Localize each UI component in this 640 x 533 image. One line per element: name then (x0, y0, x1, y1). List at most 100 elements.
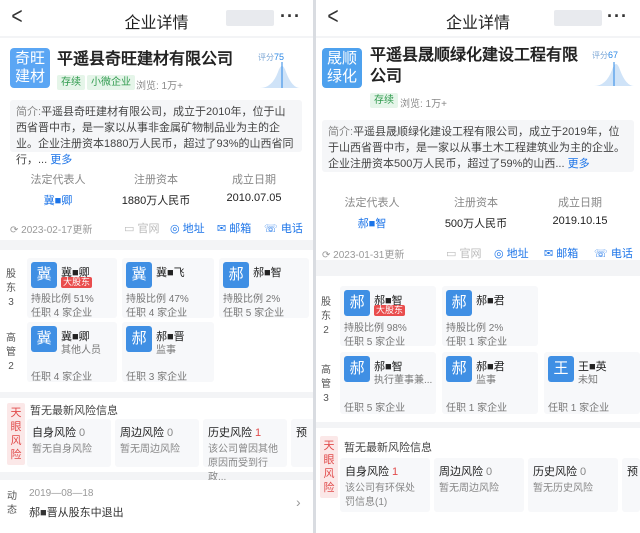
risk-count: 0 (167, 427, 174, 439)
company-name: 平遥县晟顺绿化建设工程有限公司 (370, 47, 579, 85)
risk-count: 0 (580, 466, 587, 478)
score-label: 评分67 (592, 50, 618, 61)
shareholder-card[interactable]: 郝 郝■智 持股比例 2% 任职 5 家企业 (219, 258, 309, 319)
fact-legal-rep: 法定代表人 冀■卿 (18, 171, 98, 208)
intro-more-link[interactable]: 更多 (50, 154, 72, 166)
avatar: 郝 (126, 326, 152, 352)
phone-link[interactable]: ☏ 电话 (264, 220, 303, 236)
risk-desc: 暂无周边风险 (120, 444, 180, 455)
phone-link[interactable]: ☏ 电话 (594, 245, 633, 261)
fact-value: 2010.07.05 (226, 192, 282, 204)
company-intro: 简介:平遥县晟顺绿化建设工程有限公司，成立于2019年，位于山西省晋中市，是一家… (322, 120, 634, 172)
people-card: 股东 2 郝 郝■智 大股东 持股比例 98% 任职 5 家企业 郝 郝■君 持股… (316, 276, 640, 422)
risk-title: 历史风险 1 (208, 424, 261, 440)
status-tag-active: 存续 (370, 93, 398, 108)
managers-label: 高管 2 (5, 332, 17, 374)
person-name: 郝■智 (253, 267, 282, 279)
shareholder-card[interactable]: 冀 冀■飞 持股比例 47% 任职 4 家企业 (122, 258, 214, 319)
fact-capital: 注册资本 500万人民币 (436, 194, 516, 231)
fact-key: 注册资本 (454, 197, 498, 209)
right-company-panel: < 企业详情 ··· 晟顺 绿化 平遥县晟顺绿化建设工程有限公司 存续 浏览: … (313, 0, 640, 533)
person-name: 冀■飞 (156, 267, 185, 279)
posts-count: 任职 5 家企业 (344, 403, 406, 414)
score-widget[interactable]: 评分67 (592, 50, 636, 88)
website-link[interactable]: ▭ 官网 (124, 220, 159, 236)
updated-time: ⟳ 2023-02-17更新 (10, 225, 93, 236)
intro-more-link[interactable]: 更多 (568, 158, 590, 170)
top-bar: < 企业详情 ··· (316, 0, 640, 36)
shareholder-card[interactable]: 郝 郝■君 持股比例 2% 任职 1 家企业 (442, 286, 538, 348)
avatar: 冀 (31, 326, 57, 352)
risk-box-history[interactable]: 历史风险 0 暂无历史风险 (528, 458, 618, 512)
risk-title-text: 自身风险 (345, 466, 389, 478)
posts-count: 任职 4 家企业 (31, 308, 93, 319)
address-link[interactable]: ◎ 地址 (170, 220, 205, 236)
risk-count: 0 (486, 466, 493, 478)
risk-box-peripheral[interactable]: 周边风险 0 暂无周边风险 (434, 458, 524, 512)
risk-title-text: 预 (627, 466, 638, 478)
manager-card[interactable]: 郝 郝■智 执行董事兼... 任职 5 家企业 (340, 352, 436, 414)
avatar: 郝 (223, 262, 249, 288)
risk-box-warning[interactable]: 预 (622, 458, 640, 512)
risk-title: 预 (296, 424, 307, 440)
intro-label: 简介: (16, 106, 42, 118)
risk-title: 周边风险 0 (120, 424, 173, 440)
risk-label: 天眼风险 (320, 436, 338, 498)
risk-note: 暂无最新风险信息 (344, 442, 432, 454)
manager-card[interactable]: 冀 冀■卿 其他人员 任职 4 家企业 (27, 322, 117, 383)
risk-title: 自身风险 0 (32, 424, 85, 440)
posts-count: 任职 5 家企业 (344, 337, 406, 348)
risk-box-warning[interactable]: 预 (291, 419, 313, 467)
risk-title-text: 历史风险 (533, 466, 577, 478)
risk-box-self[interactable]: 自身风险 1 该公司有环保处罚信息(1) (340, 458, 430, 512)
share-ratio: 持股比例 2% (223, 294, 281, 305)
fact-key: 法定代表人 (344, 197, 400, 209)
risk-box-history[interactable]: 历史风险 1 该公司曾因其他原因而受到行政... (203, 419, 287, 483)
address-link[interactable]: ◎ 地址 (494, 245, 529, 261)
dynamics-card[interactable]: 动态 2019—08—18 郝■晋从股东中退出 › (0, 480, 313, 533)
location-pin-icon: ◎ (494, 248, 504, 260)
manager-card[interactable]: 郝 郝■晋 监事 任职 3 家企业 (122, 322, 214, 383)
dynamics-date: 2019—08—18 (29, 488, 94, 499)
fact-value[interactable]: 冀■卿 (18, 192, 98, 208)
email-link[interactable]: ✉ 邮箱 (217, 220, 251, 236)
email-link[interactable]: ✉ 邮箱 (544, 245, 578, 261)
risk-desc: 暂无历史风险 (533, 483, 593, 494)
risk-desc: 暂无周边风险 (439, 483, 499, 494)
shareholder-card[interactable]: 郝 郝■智 大股东 持股比例 98% 任职 5 家企业 (340, 286, 436, 348)
managers-label-text: 高管 (321, 365, 331, 390)
logo-line-2: 绿化 (326, 68, 357, 85)
risk-card: 天眼风险 暂无最新风险信息 自身风险 0 暂无自身风险 周边风险 0 暂无周边风险 … (0, 398, 313, 483)
address-label: 地址 (506, 248, 529, 260)
risk-title-text: 周边风险 (120, 427, 164, 439)
shareholders-label-text: 股东 (321, 297, 331, 322)
score-widget[interactable]: 评分75 (258, 52, 302, 90)
score-label-text: 评分 (258, 53, 274, 62)
person-role: 执行董事兼... (374, 375, 433, 386)
risk-title: 周边风险 0 (439, 463, 492, 479)
intro-label: 简介: (328, 126, 354, 138)
more-options-icon[interactable]: ··· (280, 6, 301, 27)
website-link[interactable]: ▭ 官网 (446, 245, 481, 261)
shareholders-label: 股东 2 (320, 296, 332, 338)
manager-card[interactable]: 郝 郝■君 监事 任职 1 家企业 (442, 352, 538, 414)
address-label: 地址 (182, 223, 205, 235)
shareholders-label: 股东 3 (5, 268, 17, 310)
fact-value[interactable]: 郝■智 (332, 215, 412, 231)
fact-value: 500万人民币 (444, 218, 508, 230)
mail-icon: ✉ (217, 223, 227, 235)
posts-count: 任职 1 家企业 (548, 403, 610, 414)
score-label-text: 评分 (592, 51, 608, 60)
risk-box-self[interactable]: 自身风险 0 暂无自身风险 (27, 419, 111, 467)
mail-icon: ✉ (544, 248, 554, 260)
logo-line-2: 建材 (14, 68, 45, 85)
major-shareholder-badge: 大股东 (61, 277, 93, 288)
shareholder-card[interactable]: 冀 冀■卿 大股东 持股比例 51% 任职 4 家企业 (27, 258, 117, 319)
managers-count: 3 (323, 393, 329, 404)
share-ratio: 持股比例 98% (344, 323, 407, 334)
more-options-icon[interactable]: ··· (607, 6, 628, 27)
website-label: 官网 (459, 248, 482, 260)
manager-card[interactable]: 王 王■英 未知 任职 1 家企业 (544, 352, 640, 414)
risk-count: 1 (255, 427, 262, 439)
risk-box-peripheral[interactable]: 周边风险 0 暂无周边风险 (115, 419, 199, 467)
